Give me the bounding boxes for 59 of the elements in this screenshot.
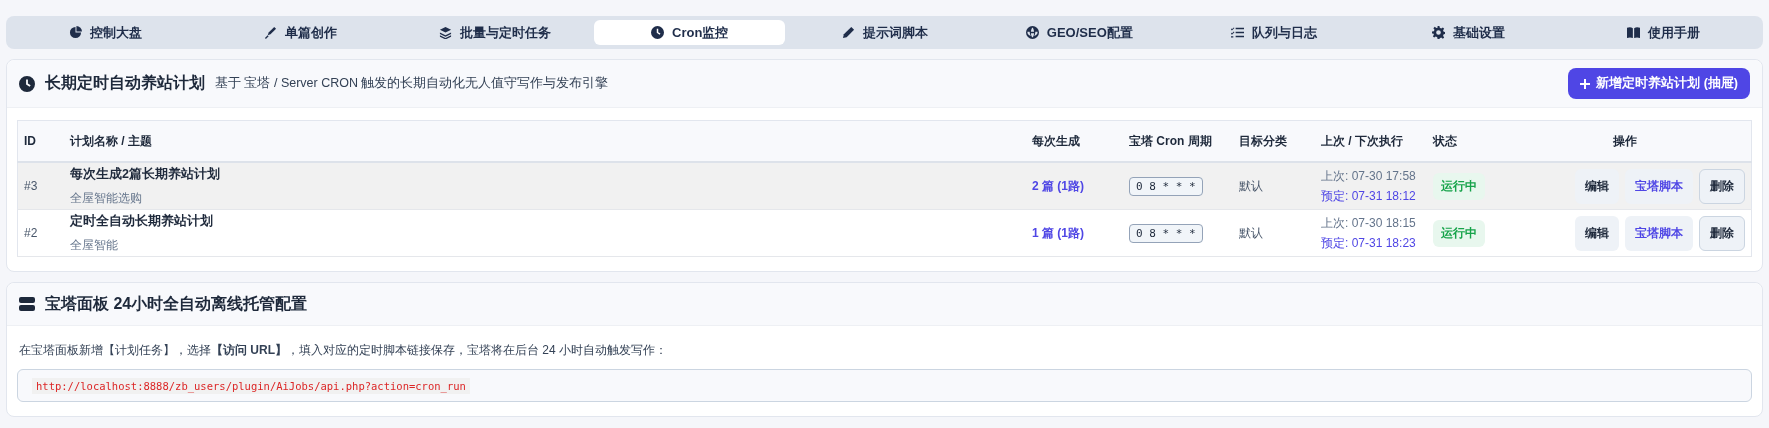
per-run-count: 1 篇 (1路) <box>1032 225 1084 240</box>
nav-tab[interactable]: 提示词脚本 <box>789 20 980 45</box>
settings-icon <box>1432 26 1446 39</box>
per-run-count: 2 篇 (1路) <box>1032 178 1084 193</box>
edit-button[interactable]: 编辑 <box>1575 215 1619 251</box>
nav-tab[interactable]: 控制大盘 <box>10 20 201 45</box>
card-title: 长期定时自动养站计划 <box>45 73 205 93</box>
script-button[interactable]: 宝塔脚本 <box>1625 215 1693 251</box>
column-header: 操作 <box>1499 120 1752 162</box>
edit-button[interactable]: 编辑 <box>1575 168 1619 204</box>
pie-chart-icon <box>68 26 82 39</box>
column-header: ID <box>17 120 64 162</box>
layers-icon <box>438 26 452 39</box>
table-cell: 默认 <box>1233 209 1315 257</box>
table-cell: 默认 <box>1233 162 1315 210</box>
column-header: 状态 <box>1427 120 1499 162</box>
card-subtitle: 基于 宝塔 / Server CRON 触发的长期自动化无人值守写作与发布引擎 <box>215 75 610 92</box>
table-cell: #2 <box>17 209 64 257</box>
nav-tab[interactable]: 基础设置 <box>1373 20 1565 45</box>
column-header: 上次 / 下次执行 <box>1315 120 1427 162</box>
book-icon <box>1627 26 1641 39</box>
url-field: http://localhost:8888/zb_users/plugin/AiJobs/api.php?action=cron_run <box>17 369 1752 402</box>
column-header: 目标分类 <box>1233 120 1315 162</box>
pen-icon <box>263 26 277 39</box>
column-header: 每次生成 <box>1026 120 1123 162</box>
plan-name: 定时全自动长期养站计划 <box>70 213 214 230</box>
cron-expression: 0 8 * * * <box>1129 176 1203 196</box>
card-title: 宝塔面板 24小时全自动离线托管配置 <box>45 293 308 314</box>
table-cell: #3 <box>17 162 64 210</box>
plus-icon <box>1580 78 1591 89</box>
plan-topic: 全屋智能 <box>70 238 119 253</box>
nav-tab[interactable]: 使用手册 <box>1568 20 1760 45</box>
nav-tab[interactable]: 队列与日志 <box>1178 20 1370 45</box>
next-run-time: 预定: 07-31 18:23 <box>1321 234 1417 252</box>
status-badge: 运行中 <box>1433 219 1485 247</box>
plan-name: 每次生成2篇长期养站计划 <box>70 166 221 183</box>
nav-tab[interactable]: Cron监控 <box>594 20 786 45</box>
nav-tab[interactable]: 批量与定时任务 <box>399 20 591 45</box>
checklist-icon <box>1231 26 1245 39</box>
column-header: 计划名称 / 主题 <box>64 120 1026 162</box>
next-run-time: 预定: 07-31 18:12 <box>1321 187 1417 205</box>
plan-topic: 全屋智能选购 <box>70 191 143 206</box>
delete-button[interactable]: 删除 <box>1699 168 1745 204</box>
instruction-text: 在宝塔面板新增【计划任务】，选择【访问 URL】，填入对应的定时脚本链接保存，宝塔将在后台 24 小时自动触发写作： <box>19 342 668 359</box>
status-badge: 运行中 <box>1433 172 1485 200</box>
last-run-time: 上次: 07-30 17:58 <box>1321 167 1417 185</box>
column-header: 宝塔 Cron 周期 <box>1123 120 1233 162</box>
nav-tab[interactable]: GEO/SEO配置 <box>983 20 1175 45</box>
pencil-icon <box>841 26 855 39</box>
clock-icon <box>651 26 665 39</box>
script-button[interactable]: 宝塔脚本 <box>1625 168 1693 204</box>
last-run-time: 上次: 07-30 18:15 <box>1321 214 1417 232</box>
cron-expression: 0 8 * * * <box>1129 223 1203 243</box>
clock-icon <box>19 75 35 92</box>
server-icon <box>19 296 35 312</box>
add-plan-button[interactable]: 新增定时养站计划 (抽屉) <box>1568 68 1750 99</box>
globe-icon <box>1025 26 1039 39</box>
nav-tab[interactable]: 单篇创作 <box>204 20 396 45</box>
delete-button[interactable]: 删除 <box>1699 215 1745 251</box>
